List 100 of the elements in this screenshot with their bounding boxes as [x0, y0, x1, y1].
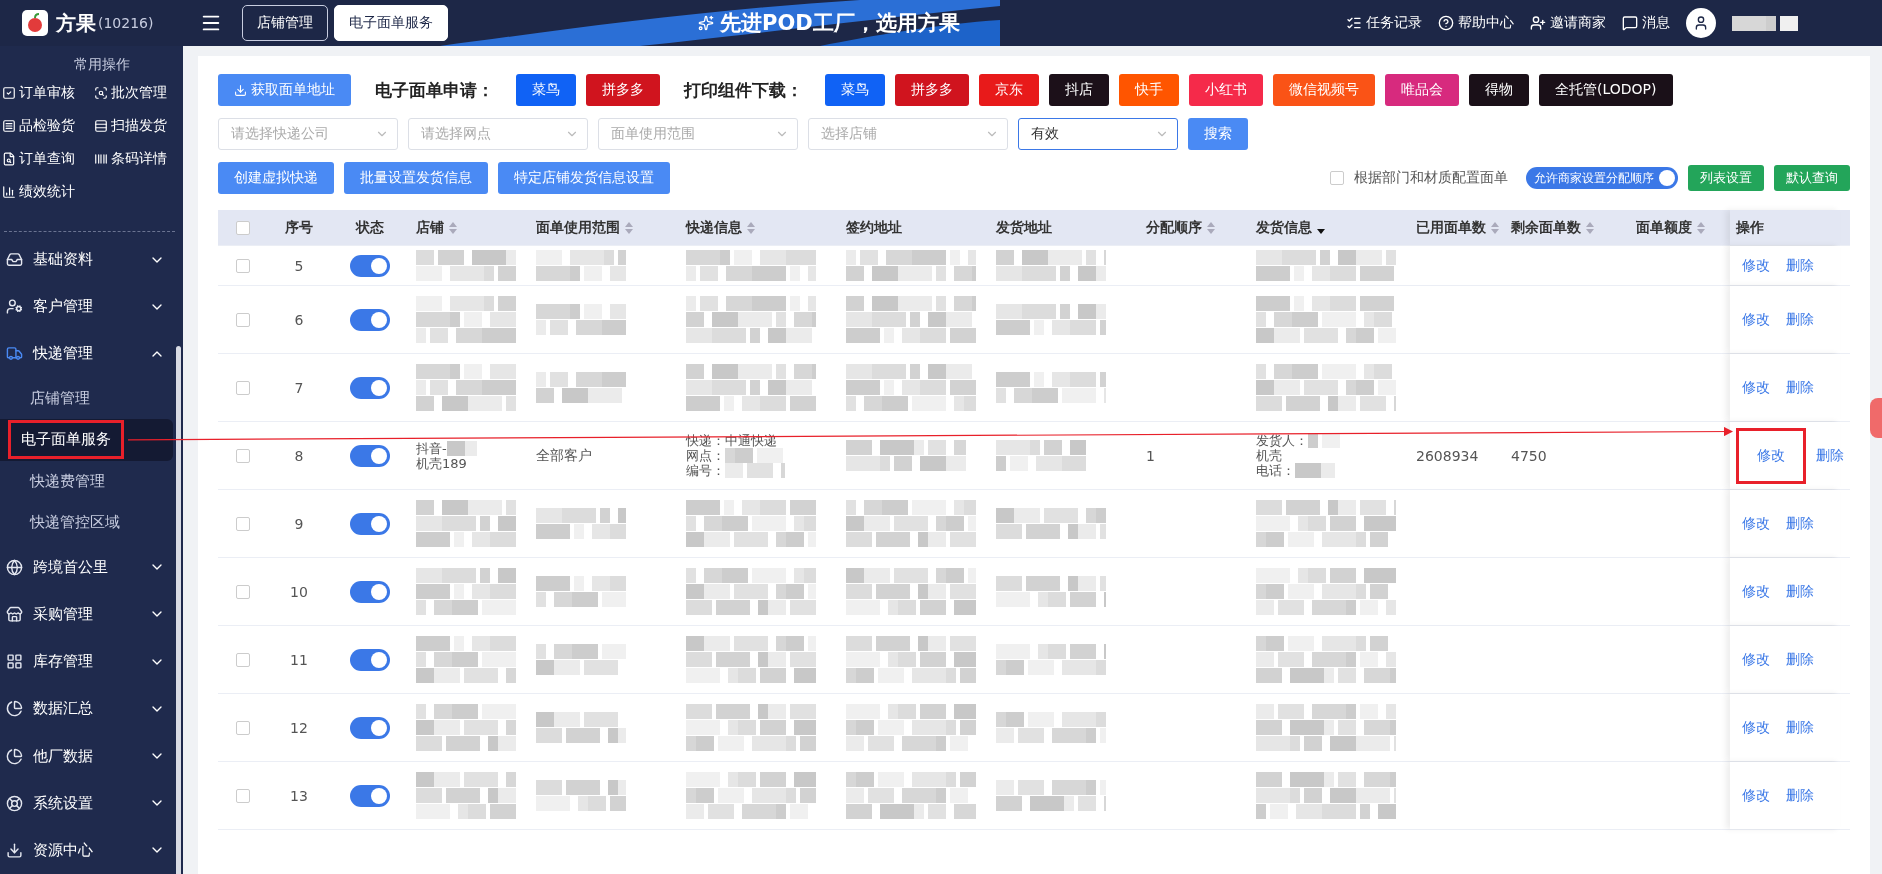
download-button[interactable]: 微信视频号: [1273, 74, 1375, 106]
submenu-item[interactable]: 店铺管理: [0, 377, 173, 420]
delete-link[interactable]: 删除: [1780, 306, 1820, 333]
header-link[interactable]: 消息: [1622, 14, 1670, 32]
download-button[interactable]: 得物: [1469, 74, 1529, 106]
status-toggle[interactable]: [350, 716, 390, 739]
menu-item[interactable]: 库存管理: [0, 638, 183, 686]
checkbox[interactable]: [1330, 171, 1344, 185]
menu-item[interactable]: 采购管理: [0, 590, 183, 639]
quick-action[interactable]: 批次管理: [94, 84, 178, 102]
list-button[interactable]: 默认查询: [1774, 165, 1850, 191]
search-button[interactable]: 搜索: [1188, 118, 1248, 150]
menu-item[interactable]: 他厂数据: [0, 732, 183, 780]
download-button[interactable]: 快手: [1119, 74, 1179, 106]
header-link[interactable]: 邀请商家: [1530, 14, 1606, 32]
delete-link[interactable]: 删除: [1780, 510, 1820, 537]
edit-link[interactable]: 修改: [1736, 714, 1776, 741]
quick-action[interactable]: 订单查询: [2, 150, 94, 168]
delete-link[interactable]: 删除: [1780, 374, 1820, 401]
apply-button[interactable]: 拼多多: [586, 74, 660, 106]
pie-chart-icon: [6, 747, 23, 765]
row-checkbox[interactable]: [236, 652, 250, 667]
quick-action[interactable]: 订单审核: [2, 84, 94, 102]
menu-item[interactable]: 资源中心: [0, 826, 183, 874]
delete-link[interactable]: 删除: [1780, 646, 1820, 673]
blurred-text: [725, 448, 785, 463]
download-button[interactable]: 全托管(LODOP): [1539, 74, 1673, 106]
download-button[interactable]: 唯品会: [1385, 74, 1459, 106]
menu-item[interactable]: 跨境首公里: [0, 543, 183, 591]
edit-link[interactable]: 修改: [1736, 578, 1776, 605]
action-button[interactable]: 批量设置发货信息: [344, 162, 488, 194]
menu-item[interactable]: 数据汇总: [0, 685, 183, 733]
pie-chart-icon: [6, 700, 23, 718]
status-toggle[interactable]: [350, 784, 390, 807]
remaining-count: 4750: [1511, 447, 1547, 464]
download-button[interactable]: 京东: [979, 74, 1039, 106]
row-number: 12: [290, 719, 308, 736]
order-number: 1: [1146, 447, 1155, 464]
edit-link[interactable]: 修改: [1736, 782, 1776, 809]
download-button[interactable]: 抖店: [1049, 74, 1109, 106]
order-switch[interactable]: 允许商家设置分配顺序: [1526, 167, 1678, 189]
submenu-item[interactable]: 快递费管理: [0, 460, 173, 503]
status-toggle[interactable]: [350, 580, 390, 603]
action-button[interactable]: 创建虚拟快递: [218, 162, 334, 194]
download-button[interactable]: 拼多多: [895, 74, 969, 106]
quick-action[interactable]: 扫描发货: [94, 117, 178, 135]
submenu-item[interactable]: 快递管控区域: [0, 502, 173, 544]
menu-item[interactable]: 基础资料: [0, 236, 183, 284]
header-tab[interactable]: 电子面单服务: [334, 5, 448, 41]
row-checkbox[interactable]: [236, 720, 250, 735]
download-button[interactable]: 菜鸟: [825, 74, 885, 106]
edit-link[interactable]: 修改: [1736, 306, 1776, 333]
status-toggle[interactable]: [350, 376, 390, 399]
status-toggle[interactable]: [350, 512, 390, 535]
status-toggle[interactable]: [350, 648, 390, 671]
delete-link[interactable]: 删除: [1780, 714, 1820, 741]
side-tab[interactable]: [1870, 398, 1882, 438]
download-button[interactable]: 小红书: [1189, 74, 1263, 106]
column-header: 序号: [285, 218, 313, 237]
edit-link[interactable]: 修改: [1736, 252, 1776, 279]
status-toggle[interactable]: [350, 308, 390, 331]
fetch-address-button[interactable]: 获取面单地址: [218, 74, 351, 106]
submenu-item[interactable]: 电子面单服务: [0, 419, 173, 461]
row-checkbox[interactable]: [236, 584, 250, 599]
header-tab[interactable]: 店铺管理: [242, 5, 328, 41]
delete-link[interactable]: 删除: [1780, 578, 1820, 605]
select-field[interactable]: 有效: [1018, 118, 1178, 150]
select-all-checkbox[interactable]: [236, 220, 250, 235]
header-link[interactable]: 任务记录: [1346, 14, 1422, 32]
row-checkbox[interactable]: [236, 380, 250, 395]
quick-action[interactable]: 品检验货: [2, 117, 94, 135]
avatar-icon[interactable]: [1686, 8, 1716, 38]
menu-item[interactable]: 系统设置: [0, 779, 183, 827]
quick-action[interactable]: 条码详情: [94, 150, 178, 168]
row-checkbox[interactable]: [236, 448, 250, 463]
blurred-text: [446, 440, 477, 456]
menu-item[interactable]: 客户管理: [0, 283, 183, 331]
list-button[interactable]: 列表设置: [1688, 165, 1764, 191]
download-icon: [6, 841, 23, 859]
row-checkbox[interactable]: [236, 312, 250, 327]
edit-link[interactable]: 修改: [1736, 374, 1776, 401]
status-toggle[interactable]: [350, 254, 390, 277]
row-checkbox[interactable]: [236, 516, 250, 531]
action-button[interactable]: 特定店铺发货信息设置: [498, 162, 670, 194]
menu-item[interactable]: 快递管理: [0, 330, 183, 378]
header-link[interactable]: 帮助中心: [1438, 14, 1514, 32]
row-checkbox[interactable]: [236, 258, 250, 273]
quick-action[interactable]: 绩效统计: [2, 183, 94, 201]
delete-link[interactable]: 删除: [1780, 782, 1820, 809]
status-toggle[interactable]: [350, 444, 390, 467]
highlight-frame: 电子面单服务: [8, 420, 124, 460]
edit-link[interactable]: 修改: [1736, 510, 1776, 537]
delete-link[interactable]: 删除: [1780, 252, 1820, 279]
edit-link[interactable]: 修改: [1736, 646, 1776, 673]
column-header: 操作: [1736, 218, 1764, 237]
delete-link[interactable]: 删除: [1810, 442, 1850, 469]
apply-button[interactable]: 菜鸟: [516, 74, 576, 106]
row-checkbox[interactable]: [236, 788, 250, 803]
edit-link[interactable]: 修改: [1736, 427, 1806, 484]
scan-icon: [94, 86, 108, 100]
